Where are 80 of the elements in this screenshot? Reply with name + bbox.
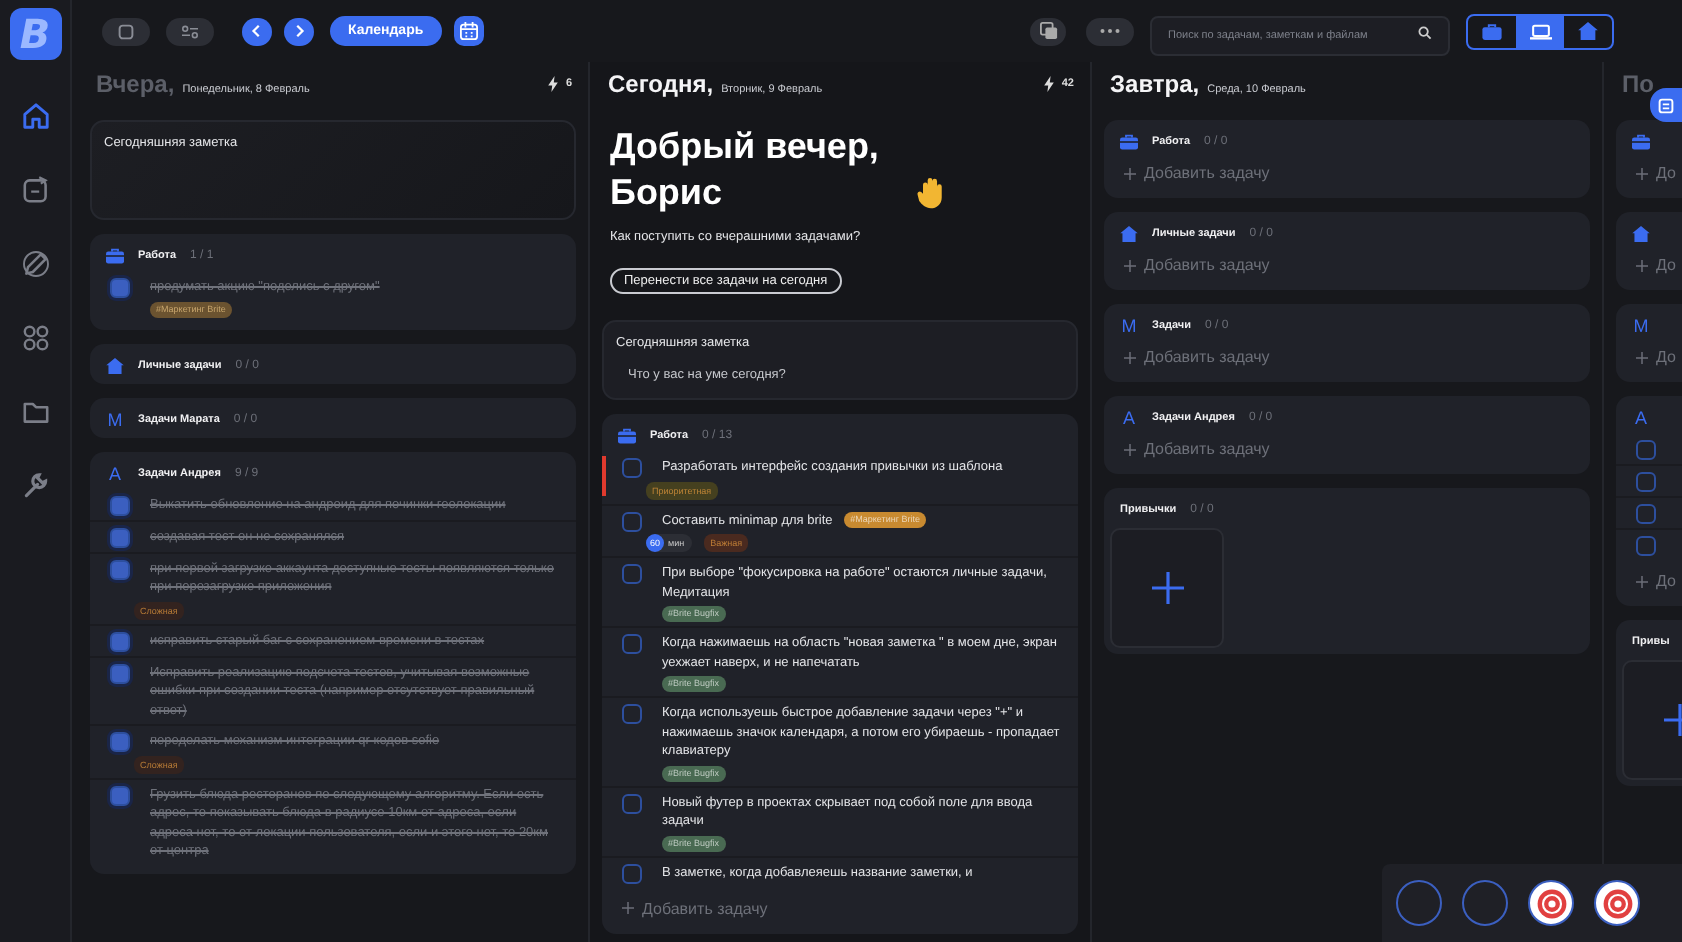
calendar-icon-button[interactable] <box>453 16 484 46</box>
toggles-icon <box>180 23 200 39</box>
plus-icon <box>1124 167 1136 179</box>
group-letter: A <box>1120 408 1137 428</box>
add-task-button[interactable]: Добавить задачу <box>1104 336 1290 374</box>
task-checkbox[interactable] <box>622 458 642 478</box>
task-checkbox[interactable] <box>622 511 642 531</box>
floating-action-button[interactable] <box>1650 88 1682 122</box>
more-button[interactable] <box>1086 17 1134 45</box>
chevron-left-icon <box>250 24 264 38</box>
chevron-right-icon <box>292 24 306 38</box>
task-checkbox[interactable] <box>110 663 130 683</box>
emblem-avatar[interactable] <box>1528 880 1574 926</box>
task-checkbox[interactable] <box>110 495 130 515</box>
task-checkbox[interactable] <box>622 564 642 584</box>
plus-icon <box>1124 443 1136 455</box>
day-title: Сегодня, <box>608 70 714 98</box>
add-task-button[interactable]: До <box>1616 152 1682 190</box>
task-checkbox[interactable] <box>622 704 642 724</box>
previous-button[interactable] <box>242 17 272 45</box>
laptop-icon[interactable] <box>1516 15 1564 47</box>
day-title: По <box>1622 70 1654 98</box>
house-icon <box>1120 226 1138 242</box>
task-checkbox[interactable] <box>622 793 642 813</box>
day-title: Вчера, <box>96 70 175 98</box>
emblem-avatar[interactable] <box>1594 880 1640 926</box>
briefcase-icon <box>1632 134 1650 150</box>
document-icon <box>1658 97 1674 113</box>
plus-icon <box>1636 167 1648 179</box>
copy-button[interactable] <box>1030 17 1066 45</box>
greeting: Добрый вечер, Борис <box>610 124 881 216</box>
next-button[interactable] <box>284 17 314 45</box>
settings-toggle-button[interactable] <box>166 17 214 45</box>
briefcase-icon <box>106 248 124 264</box>
task-checkbox[interactable] <box>1636 472 1656 492</box>
search-icon <box>1418 25 1432 39</box>
group-letter: M <box>1120 316 1138 336</box>
task-checkbox[interactable] <box>1636 504 1656 524</box>
empty-avatar-slot[interactable] <box>1396 880 1442 926</box>
add-task-button[interactable]: Добавить задачу <box>1104 244 1290 282</box>
add-task-button[interactable]: До <box>1616 336 1682 374</box>
plus-icon <box>622 902 634 914</box>
plus-icon <box>1124 351 1136 363</box>
plus-icon <box>1636 259 1648 271</box>
group-letter: M <box>1632 316 1650 336</box>
briefcase-icon <box>618 428 636 444</box>
task-checkbox[interactable] <box>1636 536 1656 556</box>
house-icon <box>1632 226 1650 242</box>
house-icon <box>106 357 124 373</box>
briefcase-icon <box>1120 134 1138 150</box>
lightning-icon <box>547 76 558 92</box>
add-task-button[interactable]: Добавить задачу <box>1104 428 1290 466</box>
group-letter: M <box>106 409 124 429</box>
task-checkbox[interactable] <box>622 634 642 654</box>
group-letter: A <box>106 463 123 483</box>
day-title: Завтра, <box>1110 70 1200 98</box>
task-checkbox[interactable] <box>110 278 130 298</box>
panel-toggle-button[interactable] <box>102 17 150 45</box>
task-checkbox[interactable] <box>1636 440 1656 460</box>
plus-icon <box>1151 572 1183 604</box>
task-checkbox[interactable] <box>110 785 130 805</box>
add-task-button[interactable]: До <box>1616 560 1682 598</box>
task-checkbox[interactable] <box>110 527 130 547</box>
add-task-button[interactable]: Добавить задачу <box>1104 152 1290 190</box>
copy-icon <box>1039 22 1057 40</box>
plus-icon <box>1124 259 1136 271</box>
more-icon <box>1100 28 1120 34</box>
group-letter: A <box>1632 408 1649 428</box>
plus-icon <box>1636 575 1648 587</box>
task-checkbox[interactable] <box>622 863 642 883</box>
add-task-button[interactable]: Добавить задачу <box>602 887 788 925</box>
task-checkbox[interactable] <box>110 631 130 651</box>
lightning-icon <box>1043 76 1054 92</box>
add-task-button[interactable]: До <box>1616 244 1682 282</box>
plus-icon <box>1636 351 1648 363</box>
square-icon <box>118 23 134 39</box>
task-checkbox[interactable] <box>110 732 130 752</box>
empty-avatar-slot[interactable] <box>1462 880 1508 926</box>
task-checkbox[interactable] <box>110 559 130 579</box>
app-logo[interactable]: B <box>9 8 61 60</box>
